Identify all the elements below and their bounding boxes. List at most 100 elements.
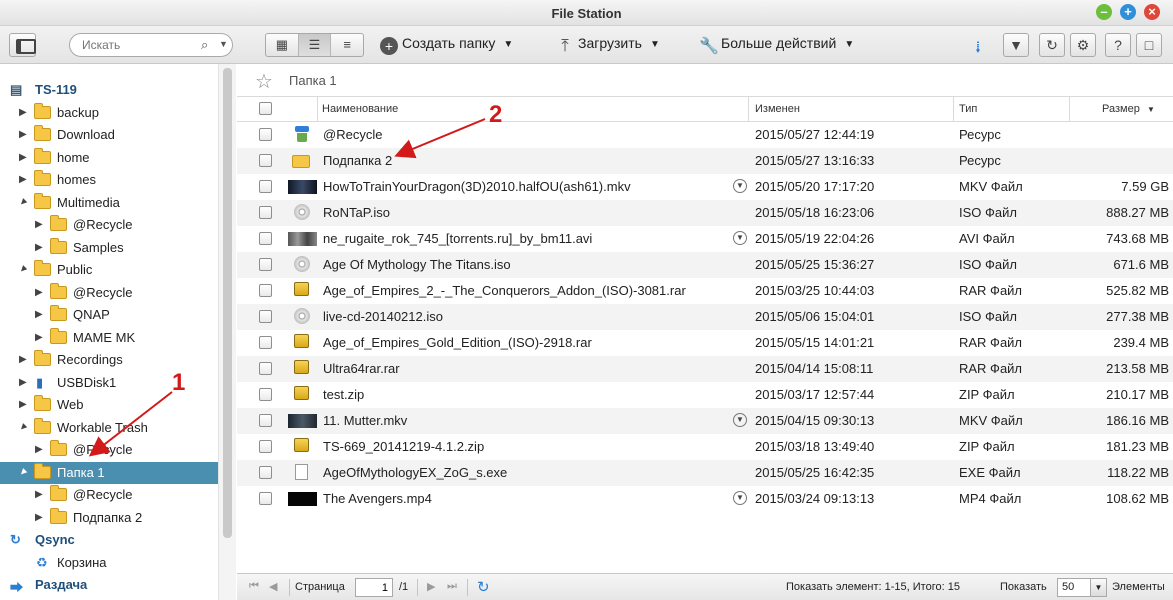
table-row[interactable]: Age Of Mythology The Titans.iso 2015/05/…	[237, 252, 1173, 278]
tree-node[interactable]: ▶ Подпапка 2	[0, 507, 218, 529]
row-checkbox[interactable]	[259, 180, 272, 193]
column-divider[interactable]	[748, 97, 749, 121]
expand-arrow-icon[interactable]: ▶	[19, 107, 27, 118]
minimize-icon[interactable]: –	[1096, 4, 1112, 20]
tree-node[interactable]: ▶ homes	[0, 169, 218, 191]
collapse-arrow-icon[interactable]: ▼	[16, 465, 31, 480]
expand-arrow-icon[interactable]: ▶	[19, 174, 27, 185]
row-checkbox[interactable]	[259, 440, 272, 453]
expand-arrow-icon[interactable]: ▶	[35, 332, 43, 343]
table-row[interactable]: Age_of_Empires_Gold_Edition_(ISO)-2918.r…	[237, 330, 1173, 356]
tree-node[interactable]: ▶ @Recycle	[0, 214, 218, 236]
chevron-down-icon[interactable]: ▼	[1090, 579, 1106, 596]
column-divider[interactable]	[953, 97, 954, 121]
list-view-icon[interactable]: ☰	[298, 34, 332, 56]
prev-page-icon[interactable]: ◀	[269, 580, 277, 593]
expand-circle-icon[interactable]: ▼	[733, 231, 747, 245]
first-page-icon[interactable]: ⏮	[249, 580, 259, 593]
tree-node[interactable]: ▼ Multimedia	[0, 192, 218, 214]
expand-arrow-icon[interactable]: ▶	[19, 377, 27, 388]
per-page-select[interactable]: 50 ▼	[1057, 578, 1107, 597]
row-checkbox[interactable]	[259, 206, 272, 219]
column-header-modified[interactable]: Изменен	[755, 103, 800, 115]
tree-node[interactable]: ♻ Корзина	[0, 552, 218, 574]
tree-node[interactable]: ▼ Public	[0, 259, 218, 281]
page-number-input[interactable]	[355, 578, 393, 597]
search-box[interactable]: ⌕ ▼	[69, 33, 233, 57]
row-checkbox[interactable]	[259, 414, 272, 427]
tree-node[interactable]: ▼ Workable Trash	[0, 417, 218, 439]
row-checkbox[interactable]	[259, 362, 272, 375]
table-row[interactable]: The Avengers.mp4 ▼ 2015/03/24 09:13:13 M…	[237, 486, 1173, 512]
tree-node[interactable]: ▤ TS-119	[0, 79, 218, 101]
row-checkbox[interactable]	[259, 336, 272, 349]
tree-node[interactable]: ▶ Recordings	[0, 349, 218, 371]
row-checkbox[interactable]	[259, 492, 272, 505]
next-page-icon[interactable]: ▶	[427, 580, 435, 593]
upload-button[interactable]: ⤒ Загрузить ▼	[556, 35, 660, 55]
table-row[interactable]: RoNTaP.iso 2015/05/18 16:23:06 ISO Файл …	[237, 200, 1173, 226]
expand-arrow-icon[interactable]: ▶	[35, 287, 43, 298]
table-row[interactable]: test.zip 2015/03/17 12:57:44 ZIP Файл 21…	[237, 382, 1173, 408]
star-icon[interactable]: ☆	[255, 69, 273, 94]
table-row[interactable]: AgeOfMythologyEX_ZoG_s.exe 2015/05/25 16…	[237, 460, 1173, 486]
sidebar-toggle-button[interactable]	[9, 33, 36, 57]
more-actions-button[interactable]: 🔧 Больше действий ▼	[699, 35, 854, 55]
help-button[interactable]: ?	[1105, 33, 1131, 57]
collapse-arrow-icon[interactable]: ▼	[16, 195, 31, 210]
expand-arrow-icon[interactable]: ▶	[35, 444, 43, 455]
breadcrumb[interactable]: Папка 1	[289, 73, 337, 88]
row-checkbox[interactable]	[259, 284, 272, 297]
tree-node[interactable]: ▶ home	[0, 147, 218, 169]
column-divider[interactable]	[1069, 97, 1070, 121]
column-header-size[interactable]: Размер	[1102, 103, 1140, 115]
collapse-arrow-icon[interactable]: ▼	[16, 262, 31, 277]
tree-node[interactable]: ▶ QNAP	[0, 304, 218, 326]
row-checkbox[interactable]	[259, 388, 272, 401]
refresh-button[interactable]: ↻	[1039, 33, 1065, 57]
collapse-arrow-icon[interactable]: ▼	[16, 420, 31, 435]
table-row[interactable]: Age_of_Empires_2_-_The_Conquerors_Addon_…	[237, 278, 1173, 304]
thumbnail-view-icon[interactable]: ▦	[266, 34, 299, 56]
tree-node-selected[interactable]: ▼ Папка 1	[0, 462, 218, 484]
column-header-name[interactable]: Наименование	[322, 103, 398, 115]
expand-arrow-icon[interactable]: ▶	[19, 152, 27, 163]
sidebar-scrollbar[interactable]	[218, 64, 236, 600]
select-all-checkbox[interactable]	[259, 102, 272, 115]
table-row[interactable]: @Recycle 2015/05/27 12:44:19 Ресурс	[237, 122, 1173, 148]
chevron-down-icon[interactable]: ▼	[219, 39, 228, 49]
row-checkbox[interactable]	[259, 310, 272, 323]
table-row[interactable]: Ultra64rar.rar 2015/04/14 15:08:11 RAR Ф…	[237, 356, 1173, 382]
expand-arrow-icon[interactable]: ▶	[35, 309, 43, 320]
filter-button[interactable]: ▼	[1003, 33, 1029, 57]
close-icon[interactable]: ×	[1144, 4, 1160, 20]
expand-arrow-icon[interactable]: ▶	[35, 242, 43, 253]
sort-desc-icon[interactable]: ▼	[1147, 105, 1155, 114]
tree-node[interactable]: ▶ @Recycle	[0, 282, 218, 304]
tree-node[interactable]: ⮕ Раздача	[0, 574, 218, 596]
row-checkbox[interactable]	[259, 154, 272, 167]
row-checkbox[interactable]	[259, 128, 272, 141]
table-row[interactable]: HowToTrainYourDragon(3D)2010.halfOU(ash6…	[237, 174, 1173, 200]
network-recycle-icon[interactable]: ⭭	[975, 35, 981, 64]
tree-node[interactable]: ▶ Download	[0, 124, 218, 146]
search-icon[interactable]: ⌕	[201, 37, 208, 53]
maximize-icon[interactable]: +	[1120, 4, 1136, 20]
table-row[interactable]: 11. Mutter.mkv ▼ 2015/04/15 09:30:13 MKV…	[237, 408, 1173, 434]
expand-arrow-icon[interactable]: ▶	[35, 489, 43, 500]
tree-node[interactable]: ↻ Qsync	[0, 529, 218, 551]
expand-circle-icon[interactable]: ▼	[733, 413, 747, 427]
expand-arrow-icon[interactable]: ▶	[19, 354, 27, 365]
tree-node[interactable]: ▶ Samples	[0, 237, 218, 259]
row-checkbox[interactable]	[259, 232, 272, 245]
search-input[interactable]	[82, 37, 202, 53]
expand-arrow-icon[interactable]: ▶	[35, 219, 43, 230]
expand-circle-icon[interactable]: ▼	[733, 179, 747, 193]
tree-node[interactable]: ▶ @Recycle	[0, 439, 218, 461]
tree-node[interactable]: ▶ MAME MK	[0, 327, 218, 349]
row-checkbox[interactable]	[259, 466, 272, 479]
detail-view-icon[interactable]: ≡	[331, 34, 363, 56]
table-row[interactable]: Подпапка 2 2015/05/27 13:16:33 Ресурс	[237, 148, 1173, 174]
expand-arrow-icon[interactable]: ▶	[19, 399, 27, 410]
tree-node[interactable]: ▶ Web	[0, 394, 218, 416]
